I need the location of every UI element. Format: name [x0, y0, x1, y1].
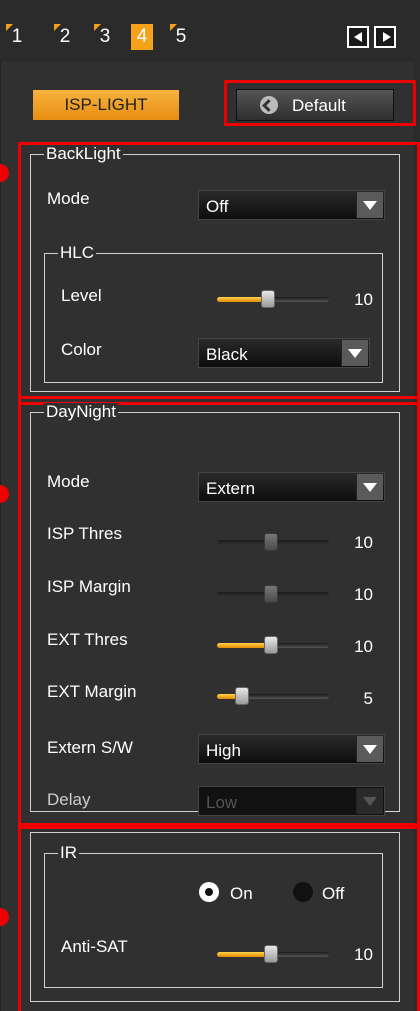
- isp-light-button[interactable]: ISP-LIGHT: [33, 90, 179, 120]
- arrow-left-icon: [354, 32, 362, 42]
- highlight-ir: [18, 826, 420, 1011]
- tab-label: 1: [11, 26, 23, 47]
- highlight-default: [224, 80, 416, 126]
- arrow-right-icon: [383, 32, 391, 42]
- tab-label: 3: [99, 26, 111, 47]
- tab-label: 2: [59, 26, 71, 47]
- tab-4[interactable]: 4: [131, 24, 153, 50]
- tab-3[interactable]: 3: [94, 24, 116, 50]
- prev-page-button[interactable]: [347, 26, 369, 48]
- tab-label: 4: [136, 26, 148, 47]
- settings-panel: 1 2 3 4 5 ISP-LIGHT Default BackLight Mo…: [0, 0, 420, 1011]
- tab-label: 5: [175, 26, 187, 47]
- tab-2[interactable]: 2: [54, 24, 76, 50]
- tab-1[interactable]: 1: [6, 24, 28, 50]
- next-page-button[interactable]: [374, 26, 396, 48]
- highlight-daynight: [18, 396, 420, 826]
- highlight-backlight: [18, 142, 420, 405]
- tab-5[interactable]: 5: [170, 24, 192, 50]
